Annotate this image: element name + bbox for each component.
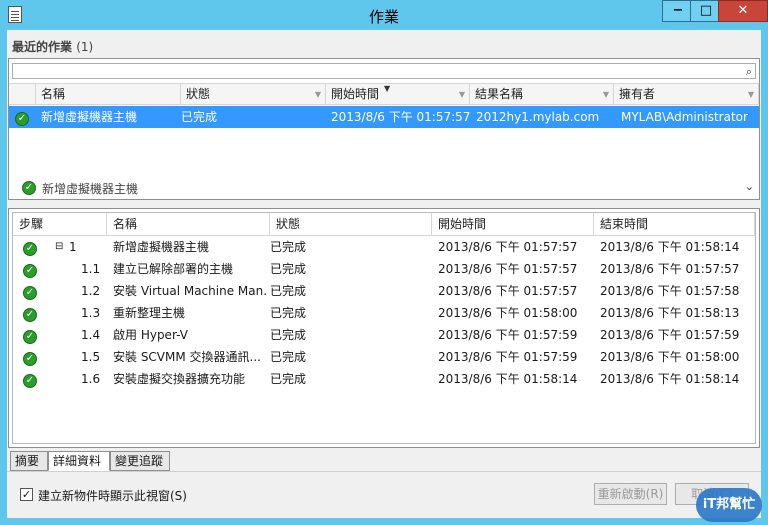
column-step[interactable]: 步驟 [13,213,107,235]
step-row[interactable]: ✓ 1.4 啟用 Hyper-V 已完成 2013/8/6 下午 01:57:59 201… [13,324,755,346]
step-status: 已完成 [270,328,307,342]
filter-dropdown-icon: ▼ [458,90,465,99]
status-ok-icon: ✓ [23,346,37,368]
filter-dropdown-icon: ▼ [747,90,754,99]
step-name: 啟用 Hyper-V [113,328,188,342]
step-number: 1.5 [81,350,101,364]
status-ok-icon: ✓ [23,258,37,280]
steps-grid-header: 步驟 名稱 狀態 開始時間 結束時間 [13,213,755,236]
status-ok-icon: ✓ [15,106,29,128]
status-ok-icon: ✓ [23,368,37,390]
job-detail-title: 新增虛擬機器主機 [42,182,139,196]
step-start-time: 2013/8/6 下午 01:57:57 [438,284,578,298]
step-end-time: 2013/8/6 下午 01:57:58 [600,284,740,298]
step-end-time: 2013/8/6 下午 01:57:57 [600,262,740,276]
column-result-name[interactable]: 結果名稱 ▼ [470,84,614,105]
step-end-time: 2013/8/6 下午 01:58:00 [600,350,740,364]
step-status: 已完成 [270,306,307,320]
step-status: 已完成 [270,284,307,298]
sort-descending-icon: ▼ [384,84,391,93]
restart-button[interactable]: 重新啟動(R) [594,483,667,505]
step-number: 1.2 [81,284,101,298]
status-ok-icon: ✓ [23,324,37,346]
ithome-watermark-logo: iT邦幫忙 [696,488,762,522]
step-status: 已完成 [270,262,307,276]
step-number: 1.1 [81,262,101,276]
tab-details[interactable]: 詳細資料 [48,451,110,471]
search-icon[interactable]: ⌕ [746,65,752,79]
job-detail-header[interactable]: ✓ 新增虛擬機器主機 ⌄ [8,176,760,200]
step-name: 建立已解除部署的主機 [113,262,234,276]
chevron-down-icon[interactable]: ⌄ [745,180,754,193]
step-name: 安裝 SCVMM 交換器通訊... [113,350,261,364]
column-name[interactable]: 名稱 [36,84,181,105]
step-name: 安裝 Virtual Machine Man... [113,284,268,298]
recent-jobs-count: (1) [76,40,94,54]
step-row[interactable]: ✓ 1.2 安裝 Virtual Machine Man... 已完成 2013/8/6… [13,280,755,302]
filter-dropdown-icon: ▼ [602,90,609,99]
step-row[interactable]: ✓ 1.6 安裝虛擬交換器擴充功能 已完成 2013/8/6 下午 01:58:14 20… [13,368,755,390]
step-row[interactable]: ✓ 1.1 建立已解除部署的主機 已完成 2013/8/6 下午 01:57:57 201… [13,258,755,280]
filter-dropdown-icon: ▼ [314,90,321,99]
step-number: 1.3 [81,306,101,320]
step-number: 1.6 [81,372,101,386]
step-row[interactable]: ✓ 1.5 安裝 SCVMM 交換器通訊... 已完成 2013/8/6 下午 01:5… [13,346,755,368]
status-ok-icon: ✓ [23,280,37,302]
step-end-time: 2013/8/6 下午 01:58:14 [600,240,740,254]
step-start-time: 2013/8/6 下午 01:58:00 [438,306,578,320]
step-status: 已完成 [270,372,307,386]
recent-jobs-title: 最近的作業 (1) [12,38,93,55]
step-name: 新增虛擬機器主機 [113,240,210,254]
status-ok-icon: ✓ [23,236,37,258]
column-end-time[interactable]: 結束時間 [594,213,755,235]
step-end-time: 2013/8/6 下午 01:58:13 [600,306,740,320]
tab-change-tracking[interactable]: 變更追蹤 [110,451,170,471]
jobs-grid-header: 名稱 狀態 ▼ ▼ 開始時間 ▼ 結果名稱 ▼ 擁有者 ▼ [9,83,759,105]
step-row[interactable]: ✓ 1.3 重新整理主機 已完成 2013/8/6 下午 01:58:00 2013/8/… [13,302,755,324]
step-row[interactable]: ✓ ⊟ 1 新增虛擬機器主機 已完成 2013/8/6 下午 01:57:57 2013/8… [13,236,755,258]
window-title: 作業 [368,8,399,26]
column-status[interactable]: 狀態 ▼ [181,84,326,105]
step-start-time: 2013/8/6 下午 01:57:59 [438,350,578,364]
title-bar: 作業 − □ ✕ [0,0,768,30]
column-status[interactable]: 狀態 [270,213,432,235]
tab-summary[interactable]: 摘要 [10,451,48,471]
column-start-time[interactable]: 開始時間 [432,213,594,235]
footer-divider [7,471,761,472]
job-status: 已完成 [181,110,218,124]
step-start-time: 2013/8/6 下午 01:57:57 [438,262,578,276]
job-start-time: 2013/8/6 下午 01:57:57 [331,110,471,124]
show-window-label: 建立新物件時顯示此視窗(S) [38,489,187,503]
step-start-time: 2013/8/6 下午 01:57:59 [438,328,578,342]
show-window-checkbox[interactable]: ✓ [20,488,33,501]
step-status: 已完成 [270,240,307,254]
column-owner[interactable]: 擁有者 ▼ [614,84,759,105]
column-icon [9,84,36,105]
step-name: 重新整理主機 [113,306,186,320]
steps-panel: 步驟 名稱 狀態 開始時間 結束時間 ✓ ⊟ 1 新增虛擬機器主機 已完成 2013/8/… [8,208,760,448]
status-ok-icon: ✓ [22,181,36,195]
window-client: 最近的作業 (1) ⌕ 名稱 狀態 ▼ ▼ 開始時間 ▼ 結果名稱 ▼ 擁有者 ▼ ✓ 新… [7,30,761,518]
step-end-time: 2013/8/6 下午 01:58:14 [600,372,740,386]
step-start-time: 2013/8/6 下午 01:57:57 [438,240,578,254]
jobs-window: 作業 − □ ✕ 最近的作業 (1) ⌕ 名稱 狀態 ▼ ▼ 開始時間 ▼ 結果名稱 ▼… [0,0,768,525]
step-number: 1 [69,240,77,254]
collapse-icon[interactable]: ⊟ [55,236,63,258]
column-start-time[interactable]: ▼ 開始時間 ▼ [326,84,470,105]
step-status: 已完成 [270,350,307,364]
close-button[interactable]: ✕ [718,0,768,22]
step-number: 1.4 [81,328,101,342]
step-end-time: 2013/8/6 下午 01:57:59 [600,328,740,342]
job-result-name: 2012hy1.mylab.com [476,110,600,124]
job-name: 新增虛擬機器主機 [41,110,138,124]
step-start-time: 2013/8/6 下午 01:58:14 [438,372,578,386]
step-name: 安裝虛擬交換器擴充功能 [113,372,246,386]
column-name[interactable]: 名稱 [107,213,270,235]
search-input[interactable]: ⌕ [12,63,756,79]
status-ok-icon: ✓ [23,302,37,324]
job-row-selected[interactable]: ✓ 新增虛擬機器主機 已完成 2013/8/6 下午 01:57:57 2012… [9,106,759,128]
recent-jobs-label: 最近的作業 [12,40,73,54]
job-owner: MYLAB\Administrator [621,110,748,124]
steps-grid: 步驟 名稱 狀態 開始時間 結束時間 ✓ ⊟ 1 新增虛擬機器主機 已完成 2013/8/… [12,212,756,444]
